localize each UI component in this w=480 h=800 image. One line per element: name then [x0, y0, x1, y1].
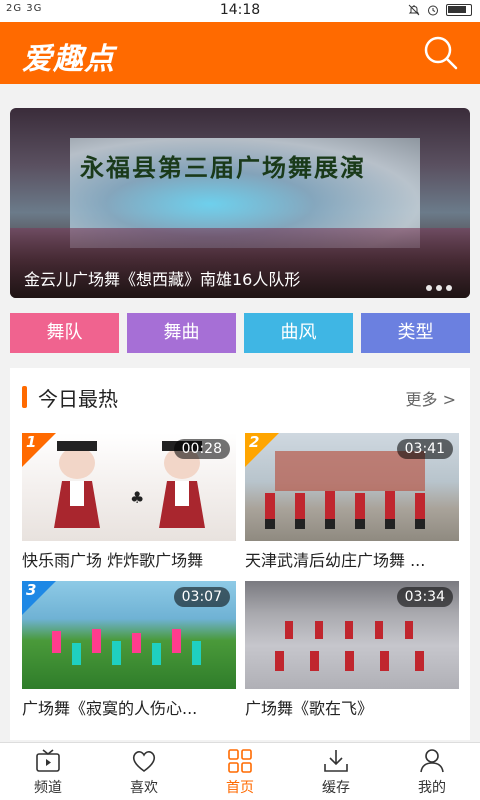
- banner-caption: 金云儿广场舞《想西藏》南雄16人队形: [24, 270, 301, 289]
- video-thumbnail: 3 03:07: [22, 581, 236, 689]
- rank-number: 3: [26, 581, 37, 599]
- tab-cache[interactable]: 缓存: [288, 743, 384, 800]
- app-header: 爱趣点: [0, 22, 480, 84]
- video-duration: 03:07: [173, 587, 230, 607]
- search-button[interactable]: [422, 34, 460, 72]
- tab-label: 喜欢: [130, 780, 158, 796]
- tab-home[interactable]: 首页: [192, 743, 288, 800]
- tab-label: 首页: [226, 780, 254, 796]
- status-bar: 2G 3G 14:18: [0, 0, 480, 22]
- pager-dot: [426, 285, 432, 291]
- user-icon: [420, 749, 444, 773]
- pager-dot: [446, 285, 452, 291]
- home-grid-icon: [228, 749, 252, 773]
- bottom-tab-bar: 频道 喜欢 首页 缓存 我的: [0, 742, 480, 800]
- video-duration: 03:34: [396, 587, 453, 607]
- category-type[interactable]: 类型: [361, 313, 470, 353]
- rank-number: 1: [26, 433, 37, 451]
- video-thumbnail: ♣ 1 00:28: [22, 433, 236, 541]
- video-title: 广场舞《歌在飞》: [245, 699, 374, 718]
- video-card-1[interactable]: ♣ 1 00:28 快乐雨广场 炸炸歌广场舞: [22, 433, 236, 573]
- pager-dot: [436, 285, 442, 291]
- category-dance-music[interactable]: 舞曲: [127, 313, 236, 353]
- section-accent-bar: [22, 386, 27, 408]
- category-dance-team[interactable]: 舞队: [10, 313, 119, 353]
- channel-icon: [36, 749, 60, 772]
- video-duration: 03:41: [396, 439, 453, 459]
- video-title: 快乐雨广场 炸炸歌广场舞: [22, 551, 204, 570]
- banner-pager[interactable]: [422, 276, 452, 295]
- banner-stage-text: 永福县第三届广场舞展演: [80, 153, 366, 182]
- mute-icon: [408, 4, 420, 16]
- video-card-3[interactable]: 3 03:07 广场舞《寂寞的人伤心...: [22, 581, 236, 721]
- video-duration: 00:28: [173, 439, 230, 459]
- svg-text:♣: ♣: [130, 488, 144, 507]
- more-link[interactable]: 更多 >: [406, 386, 457, 410]
- tab-mine[interactable]: 我的: [384, 743, 480, 800]
- alarm-icon: [427, 5, 438, 16]
- video-thumbnail: 03:34: [245, 581, 459, 689]
- tab-label: 频道: [34, 780, 62, 796]
- featured-banner[interactable]: 永福县第三届广场舞展演 金云儿广场舞《想西藏》南雄16人队形: [10, 108, 470, 298]
- heart-icon: [132, 751, 156, 772]
- video-title: 广场舞《寂寞的人伤心...: [22, 699, 198, 718]
- tab-channel[interactable]: 频道: [0, 743, 96, 800]
- video-card-2[interactable]: 2 03:41 天津武清后幼庄广场舞 ...: [245, 433, 459, 573]
- category-row: 舞队 舞曲 曲风 类型: [10, 313, 470, 353]
- category-style[interactable]: 曲风: [244, 313, 353, 353]
- video-thumbnail: 2 03:41: [245, 433, 459, 541]
- search-icon: [424, 36, 458, 70]
- download-icon: [324, 750, 348, 772]
- tab-label: 我的: [418, 780, 446, 796]
- tab-favorites[interactable]: 喜欢: [96, 743, 192, 800]
- rank-number: 2: [249, 433, 260, 451]
- section-title: 今日最热: [38, 387, 118, 411]
- video-title: 天津武清后幼庄广场舞 ...: [245, 551, 426, 570]
- status-icons: [408, 3, 472, 16]
- battery-icon: [446, 4, 472, 16]
- tab-label: 缓存: [322, 780, 350, 796]
- section-header: 今日最热 更多 >: [10, 368, 470, 424]
- video-card-4[interactable]: 03:34 广场舞《歌在飞》: [245, 581, 459, 721]
- hot-today-section: 今日最热 更多 > ♣ 1 00:28 快乐雨广场 炸炸歌广场舞 2 03:41…: [10, 368, 470, 740]
- app-logo: 爱趣点: [22, 42, 115, 77]
